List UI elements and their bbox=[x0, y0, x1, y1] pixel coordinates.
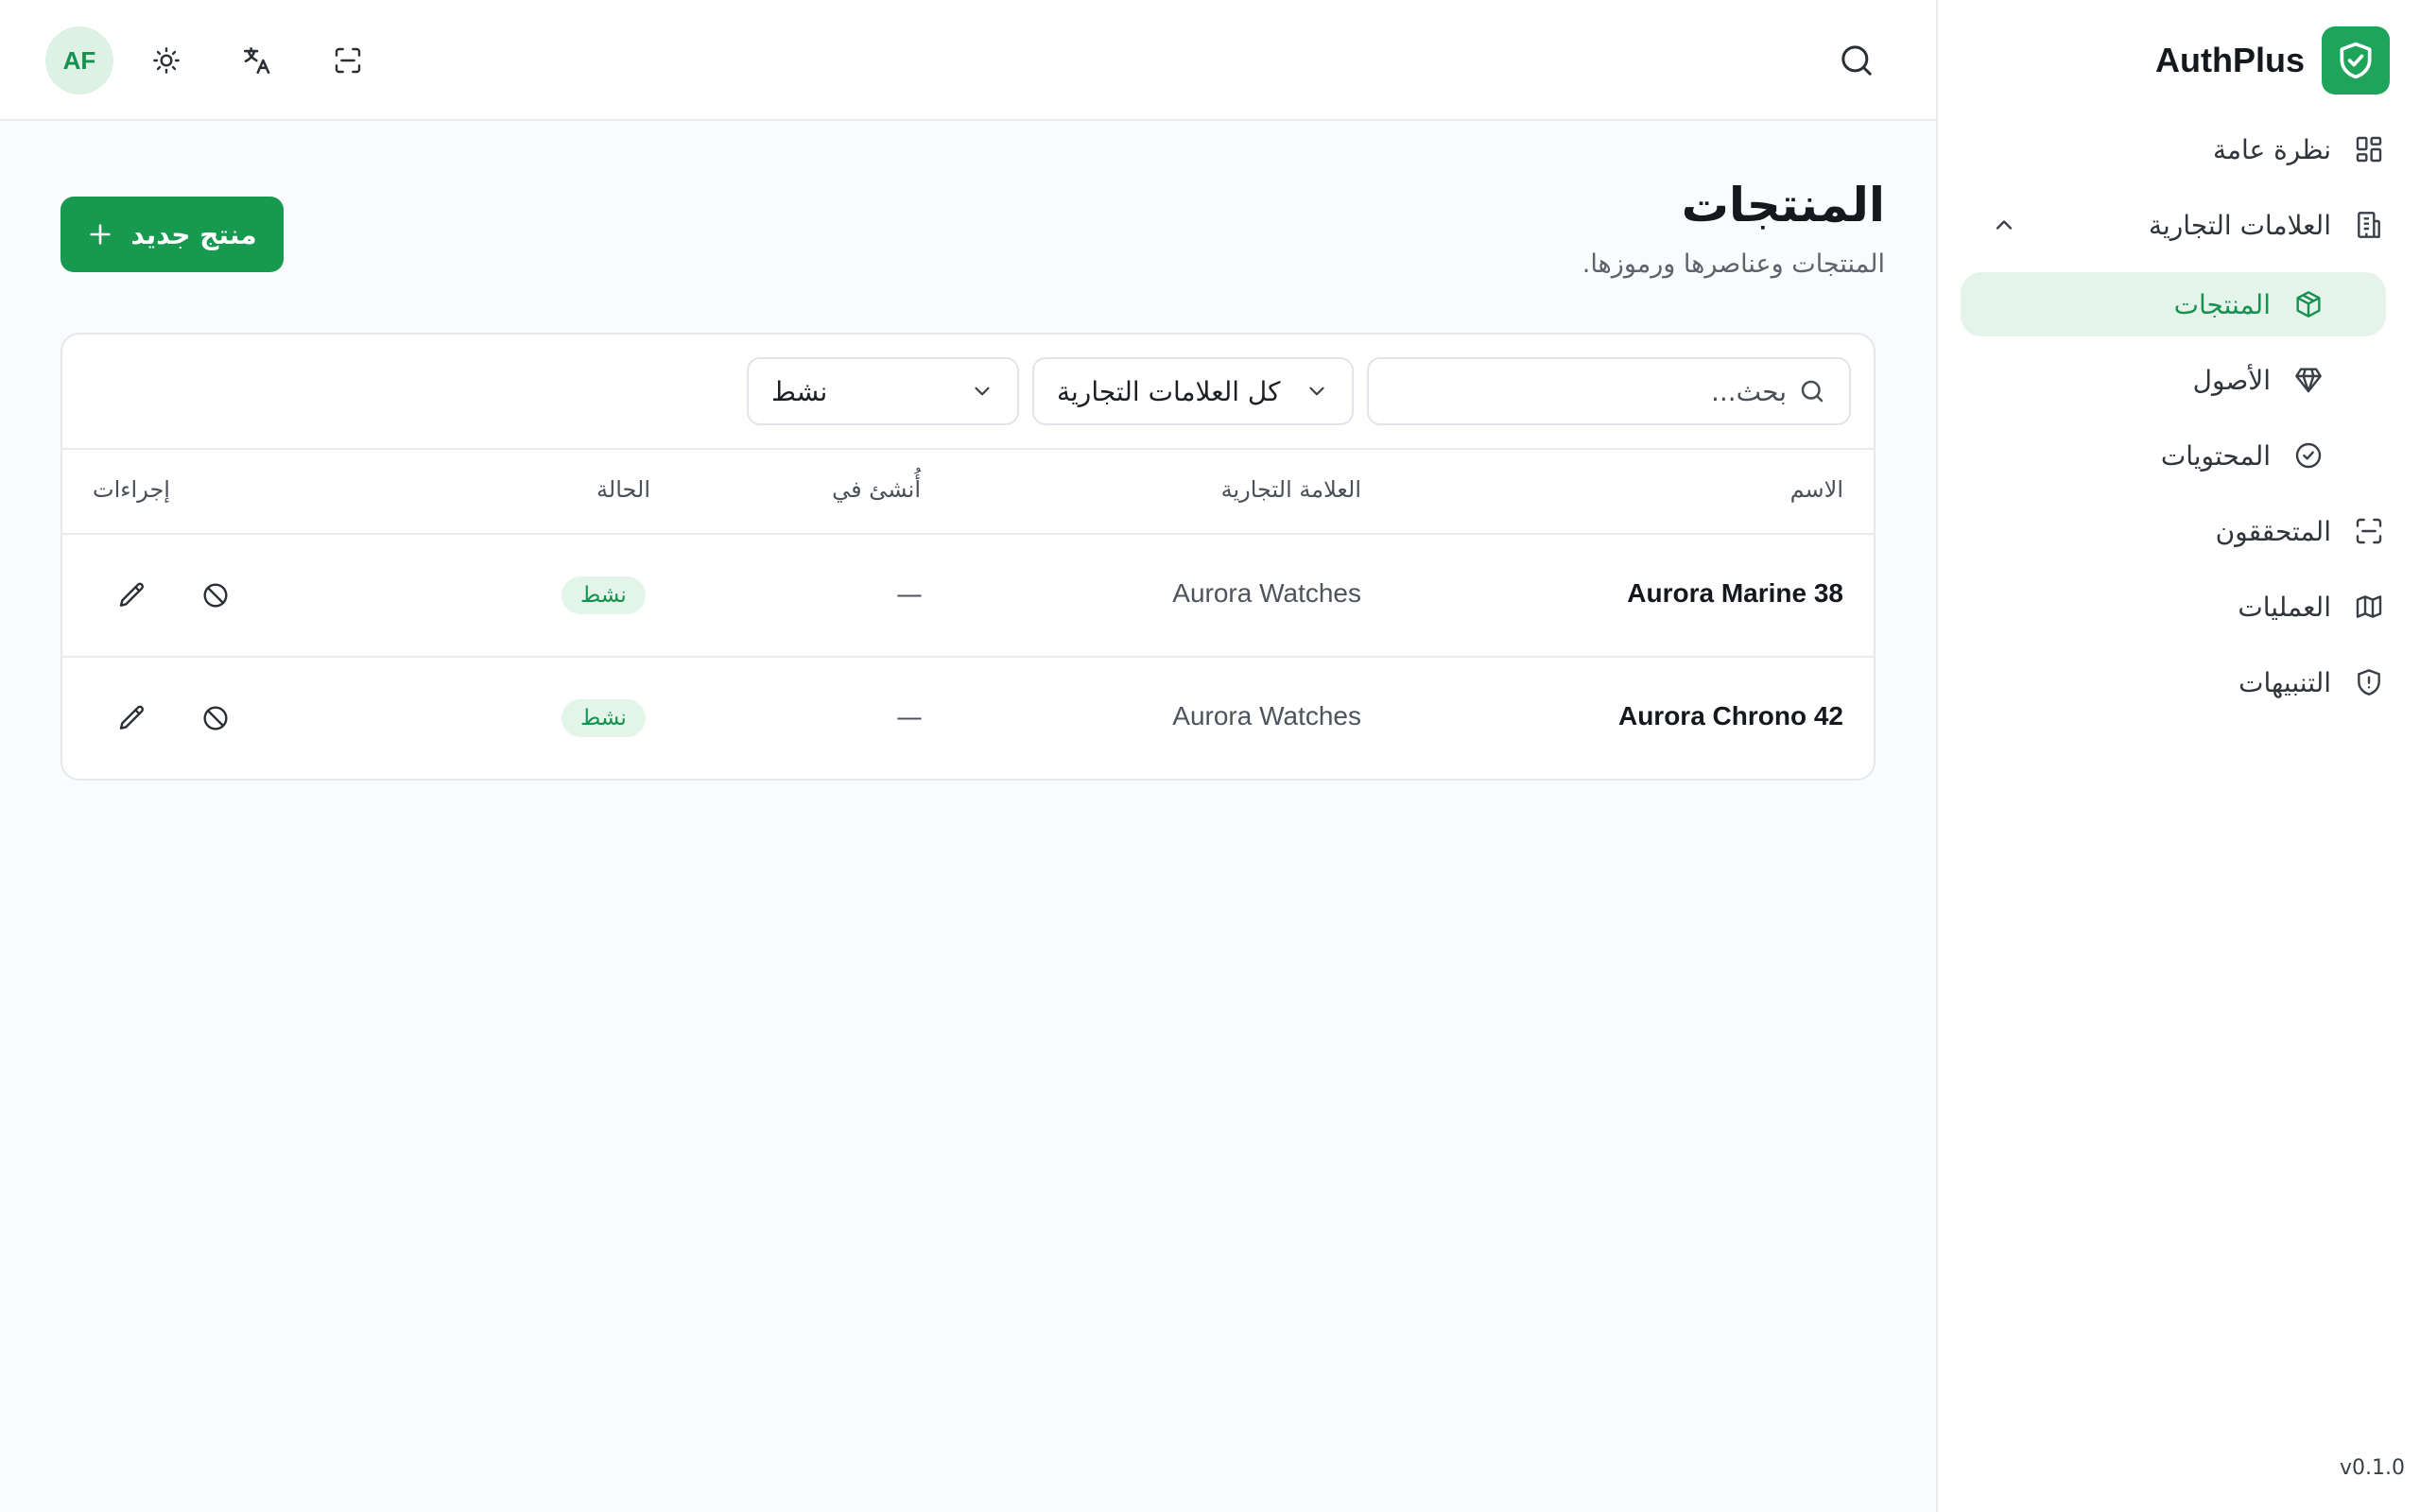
brand-filter-select[interactable]: كل العلامات التجارية bbox=[1032, 357, 1354, 425]
sidebar-item-assets[interactable]: الأصول bbox=[1961, 348, 2386, 412]
status-badge: نشط bbox=[562, 699, 646, 737]
sidebar-item-overview[interactable]: نظرة عامة bbox=[1962, 117, 2397, 181]
map-icon bbox=[2352, 590, 2386, 624]
sidebar-item-brands[interactable]: العلامات التجارية bbox=[1962, 193, 2397, 257]
product-name[interactable]: Aurora Marine 38 bbox=[1627, 578, 1843, 609]
top-bar: AF bbox=[0, 0, 1936, 121]
disable-icon[interactable] bbox=[197, 699, 234, 737]
sun-icon[interactable] bbox=[147, 42, 185, 79]
status-filter-value: نشط bbox=[771, 375, 828, 407]
product-created: — bbox=[896, 578, 923, 610]
chevron-up-icon[interactable] bbox=[1991, 212, 2017, 238]
check-circle-icon bbox=[2291, 438, 2325, 472]
search-input[interactable] bbox=[1390, 375, 1787, 407]
app-version: v0.1.0 bbox=[2340, 1456, 2405, 1480]
brand-name: AuthPlus bbox=[2155, 41, 2305, 79]
chevron-down-icon bbox=[970, 379, 994, 404]
box-icon bbox=[2291, 287, 2325, 321]
avatar[interactable]: AF bbox=[45, 26, 113, 94]
translate-icon[interactable] bbox=[238, 42, 276, 79]
brand-filter-value: كل العلامات التجارية bbox=[1057, 375, 1281, 407]
product-brand: Aurora Watches bbox=[1172, 701, 1361, 730]
diamond-icon bbox=[2291, 363, 2325, 397]
sidebar: AuthPlus نظرة عامة العلامات التجارية الم… bbox=[1936, 0, 2420, 1512]
sidebar-item-label: الأصول bbox=[2192, 364, 2271, 396]
sidebar-item-operations[interactable]: العمليات bbox=[1962, 575, 2397, 639]
column-header-brand[interactable]: العلامة التجارية bbox=[1221, 476, 1361, 503]
new-product-label: منتج جديد bbox=[130, 218, 257, 250]
shield-alert-icon bbox=[2352, 665, 2386, 699]
building-icon bbox=[2352, 208, 2386, 242]
scan-icon[interactable] bbox=[329, 42, 367, 79]
search-icon bbox=[1798, 377, 1826, 405]
sidebar-item-verifiers[interactable]: المتحققون bbox=[1962, 499, 2397, 563]
edit-icon[interactable] bbox=[113, 699, 151, 737]
grid-icon bbox=[2352, 132, 2386, 166]
sidebar-item-label: المحتويات bbox=[2160, 439, 2271, 472]
sidebar-item-label: التنبيهات bbox=[2238, 666, 2331, 698]
disable-icon[interactable] bbox=[197, 576, 234, 614]
table-header: الاسم العلامة التجارية أُنشئ في الحالة إ… bbox=[62, 450, 1874, 535]
column-header-status[interactable]: الحالة bbox=[596, 476, 650, 503]
column-header-actions: إجراءات bbox=[93, 476, 170, 503]
status-badge: نشط bbox=[562, 576, 646, 614]
sidebar-item-label: العلامات التجارية bbox=[2148, 209, 2331, 241]
table-row[interactable]: Aurora Chrono 42 Aurora Watches — نشط bbox=[62, 658, 1874, 779]
product-name[interactable]: Aurora Chrono 42 bbox=[1618, 701, 1843, 731]
column-header-created[interactable]: أُنشئ في bbox=[832, 476, 921, 503]
sidebar-item-products[interactable]: المنتجات bbox=[1961, 272, 2386, 336]
products-table-card: كل العلامات التجارية نشط الاسم العلامة ا… bbox=[60, 333, 1876, 781]
scan-icon bbox=[2352, 514, 2386, 548]
edit-icon[interactable] bbox=[113, 576, 151, 614]
sidebar-item-contents[interactable]: المحتويات bbox=[1961, 423, 2386, 488]
page-title: المنتجات bbox=[1681, 178, 1885, 232]
search-icon[interactable] bbox=[1838, 42, 1876, 79]
product-created: — bbox=[896, 701, 923, 732]
sidebar-item-label: المتحققون bbox=[2215, 515, 2331, 547]
search-field[interactable] bbox=[1367, 357, 1851, 425]
table-row[interactable]: Aurora Marine 38 Aurora Watches — نشط bbox=[62, 535, 1874, 658]
sidebar-item-alerts[interactable]: التنبيهات bbox=[1962, 650, 2397, 714]
page-subtitle: المنتجات وعناصرها ورموزها. bbox=[1582, 249, 1885, 279]
sidebar-item-label: المنتجات bbox=[2173, 288, 2271, 320]
sidebar-item-label: نظرة عامة bbox=[2212, 133, 2331, 165]
sidebar-item-label: العمليات bbox=[2238, 591, 2331, 623]
product-brand: Aurora Watches bbox=[1172, 578, 1361, 608]
column-header-name[interactable]: الاسم bbox=[1790, 476, 1843, 503]
shield-check-icon bbox=[2322, 26, 2390, 94]
filters-bar: كل العلامات التجارية نشط bbox=[62, 335, 1874, 450]
plus-icon bbox=[87, 221, 113, 248]
status-filter-select[interactable]: نشط bbox=[747, 357, 1019, 425]
chevron-down-icon bbox=[1305, 379, 1329, 404]
brand[interactable]: AuthPlus bbox=[2155, 26, 2390, 94]
new-product-button[interactable]: منتج جديد bbox=[60, 197, 284, 272]
